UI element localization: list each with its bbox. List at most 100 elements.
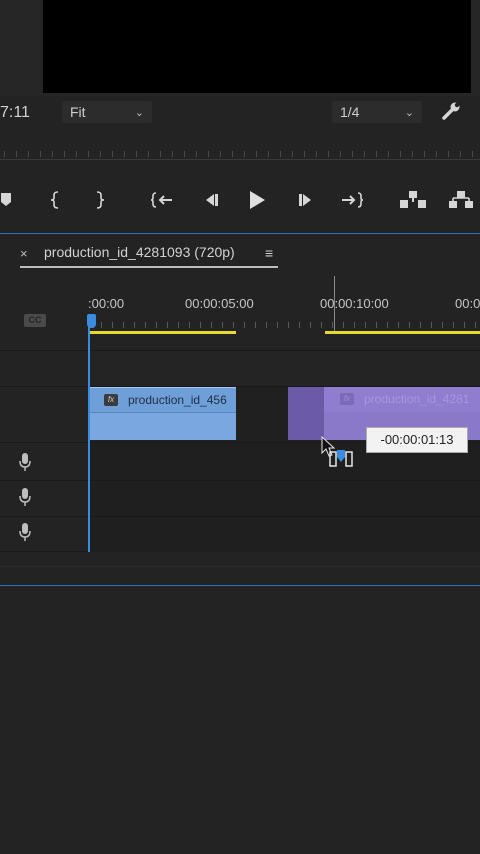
ruler-tick — [256, 151, 257, 157]
work-area-bar[interactable] — [325, 331, 480, 334]
work-area-bar[interactable] — [90, 331, 236, 334]
ruler-tick — [184, 151, 185, 157]
playback-resolution-dropdown[interactable]: 1/4 ⌄ — [332, 101, 422, 123]
ruler-tick — [387, 322, 388, 328]
ruler-tick — [304, 151, 305, 157]
ruler-tick — [233, 322, 234, 328]
step-back-button[interactable] — [199, 184, 221, 216]
ruler-tick — [310, 322, 311, 328]
ruler-tick — [178, 322, 179, 328]
lower-panel — [0, 586, 480, 854]
track-lane[interactable] — [90, 351, 480, 386]
ruler-tick — [196, 151, 197, 157]
playhead-timecode[interactable]: 7:11 — [0, 104, 30, 122]
ruler-tick — [52, 151, 53, 157]
ruler-tick — [189, 322, 190, 328]
ruler-tick — [472, 151, 473, 157]
wrench-icon[interactable] — [440, 101, 462, 123]
chevron-down-icon: ⌄ — [134, 106, 144, 119]
ruler-tick — [88, 151, 89, 157]
ruler-tick — [232, 151, 233, 157]
clip-name: production_id_456 — [128, 393, 227, 407]
program-monitor — [0, 0, 480, 96]
ruler-tick — [299, 322, 300, 328]
mark-in-button[interactable] — [44, 184, 66, 216]
premiere-window: 7:11 Fit ⌄ 1/4 ⌄ × production_id_4281093… — [0, 0, 480, 854]
ruler-tick — [244, 151, 245, 157]
ruler-tick — [460, 151, 461, 157]
fx-badge: fx — [340, 393, 354, 405]
close-tab-icon[interactable]: × — [20, 246, 28, 261]
ruler-tick — [420, 322, 421, 328]
add-marker-button[interactable] — [0, 184, 14, 216]
extract-button[interactable] — [446, 184, 476, 216]
go-to-out-button[interactable] — [340, 184, 364, 216]
track-lane[interactable] — [90, 481, 480, 516]
playhead-line — [88, 326, 90, 552]
ruler-tick — [453, 322, 454, 328]
ruler-label: :00:00 — [88, 296, 125, 311]
ruler-tick — [376, 322, 377, 328]
playhead-handle[interactable] — [87, 314, 96, 328]
ruler-tick — [148, 151, 149, 157]
ruler-tick — [321, 322, 322, 328]
ruler-tick — [100, 151, 101, 157]
video-clip[interactable]: fx production_id_456 — [90, 387, 236, 440]
microphone-icon[interactable] — [18, 452, 32, 472]
ruler-tick — [292, 151, 293, 157]
ruler-tick — [436, 151, 437, 157]
ruler-tick — [354, 322, 355, 328]
ruler-tick — [156, 322, 157, 328]
program-video-frame — [43, 0, 471, 93]
ruler-tick — [431, 322, 432, 328]
ruler-tick — [112, 151, 113, 157]
ruler-tick — [124, 151, 125, 157]
ruler-tick — [136, 151, 137, 157]
go-to-in-button[interactable] — [150, 184, 174, 216]
ruler-tick — [332, 322, 333, 328]
sequence-tab[interactable]: production_id_4281093 (720p) — [44, 244, 235, 260]
time-ruler[interactable]: :00:00 00:00:05:00 00:00:10:00 00:0 — [88, 290, 480, 334]
ruler-tick — [167, 322, 168, 328]
insert-drag-cursor-icon — [320, 435, 360, 470]
panel-menu-icon[interactable]: ≡ — [265, 245, 273, 261]
ruler-tick — [328, 151, 329, 157]
microphone-icon[interactable] — [18, 487, 32, 507]
ruler-tick — [277, 322, 278, 328]
ruler-tick — [123, 322, 124, 328]
ruler-tick — [208, 151, 209, 157]
ruler-tick — [134, 322, 135, 328]
ruler-tick — [40, 151, 41, 157]
closed-captions-icon[interactable]: CC — [24, 314, 46, 327]
play-button[interactable] — [246, 184, 268, 216]
ruler-tick — [160, 151, 161, 157]
ruler-tick — [112, 322, 113, 328]
monitor-mini-ruler[interactable] — [0, 146, 480, 160]
ruler-tick — [475, 322, 476, 328]
video-track-v2 — [0, 350, 480, 386]
ruler-tick — [172, 151, 173, 157]
ruler-tick — [365, 322, 366, 328]
ruler-tick — [220, 151, 221, 157]
track-lane[interactable] — [90, 517, 480, 552]
ruler-tick — [442, 322, 443, 328]
ruler-tick — [288, 322, 289, 328]
step-forward-button[interactable] — [296, 184, 318, 216]
ruler-tick — [76, 151, 77, 157]
ruler-tick — [448, 151, 449, 157]
ruler-tick — [352, 151, 353, 157]
microphone-icon[interactable] — [18, 522, 32, 542]
lift-button[interactable] — [398, 184, 428, 216]
ruler-tick — [145, 322, 146, 328]
ruler-tick — [364, 151, 365, 157]
ruler-tick — [398, 322, 399, 328]
ruler-tick — [16, 151, 17, 157]
ruler-label: 00:0 — [455, 296, 480, 311]
zoom-level-dropdown[interactable]: Fit ⌄ — [62, 101, 152, 123]
clip-drag-shadow — [288, 387, 324, 440]
ruler-tick — [340, 151, 341, 157]
clip-name: production_id_4281 — [364, 392, 470, 406]
mark-out-button[interactable] — [89, 184, 111, 216]
playback-resolution-value: 1/4 — [340, 104, 360, 120]
active-tab-underline — [20, 266, 278, 268]
